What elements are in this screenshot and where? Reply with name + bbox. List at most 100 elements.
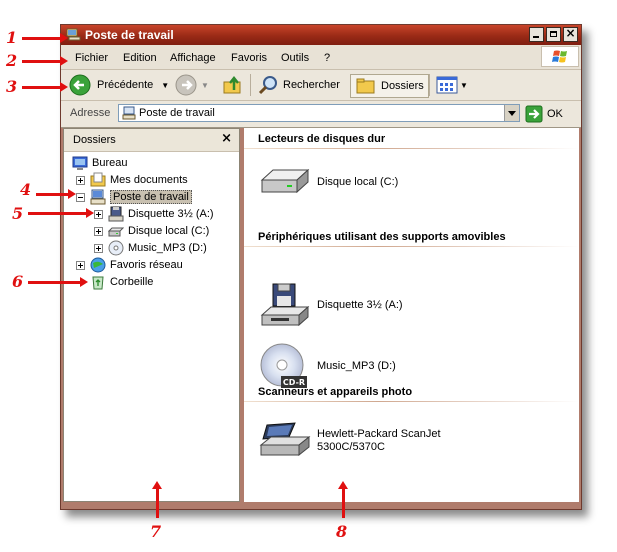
- folders-pane: Dossiers × Bureau Mes documents Poste de…: [63, 128, 240, 502]
- annotation-number: 2: [6, 51, 18, 70]
- tree-item-poste-de-travail[interactable]: Poste de travail: [90, 189, 192, 205]
- menu-edition[interactable]: Edition: [123, 52, 157, 64]
- expand-music-mp3-icon[interactable]: [94, 244, 103, 253]
- tree-label: Corbeille: [110, 276, 154, 288]
- tree-item-music-mp3[interactable]: Music_MP3 (D:): [108, 240, 207, 256]
- annotation-number: 8: [336, 522, 348, 541]
- computer-icon: [66, 28, 81, 41]
- menu-fichier[interactable]: Fichier: [75, 52, 108, 64]
- back-label: Précédente: [97, 79, 154, 91]
- computer-icon: [122, 106, 136, 120]
- annotation-number: 1: [6, 28, 18, 47]
- folders-pane-header: Dossiers ×: [64, 129, 239, 152]
- hard-drive-icon: [108, 227, 124, 237]
- item-label: Disque local (C:): [317, 175, 399, 188]
- computer-icon: [90, 189, 106, 205]
- address-bar: Adresse Poste de travail OK: [61, 101, 581, 128]
- menu-bar: Fichier Edition Affichage Favoris Outils…: [61, 45, 581, 70]
- tree-label: Disquette 3½ (A:): [128, 208, 214, 220]
- network-icon: [90, 257, 106, 273]
- scanner-icon: [259, 422, 311, 457]
- search-icon: [258, 76, 277, 95]
- go-button[interactable]: OK: [525, 104, 563, 124]
- annotation-arrow: [22, 33, 68, 43]
- collapse-poste-de-travail-icon[interactable]: [76, 193, 85, 202]
- group-header-hard-drives: Lecteurs de disques dur: [258, 133, 386, 145]
- tree-item-favoris-reseau[interactable]: Favoris réseau: [90, 257, 183, 273]
- forward-arrow-icon: [175, 74, 197, 96]
- title-bar[interactable]: Poste de travail ×: [61, 25, 581, 45]
- menu-help[interactable]: ?: [324, 52, 330, 64]
- item-label: Disquette 3½ (A:): [317, 298, 403, 311]
- tree-item-mes-documents[interactable]: Mes documents: [90, 172, 188, 188]
- explorer-window: Poste de travail × Fichier Edition Affic…: [60, 24, 582, 510]
- documents-folder-icon: [90, 172, 106, 187]
- back-button[interactable]: Précédente ▼: [69, 74, 169, 96]
- address-field[interactable]: Poste de travail: [118, 104, 520, 122]
- annotation-arrow: [22, 82, 68, 92]
- forward-button[interactable]: ▼: [175, 74, 209, 96]
- search-label: Rechercher: [283, 79, 340, 91]
- expand-favoris-reseau-icon[interactable]: [76, 261, 85, 270]
- annotation-arrow: [28, 277, 88, 287]
- menu-favoris[interactable]: Favoris: [231, 52, 267, 64]
- address-dropdown-icon[interactable]: [504, 105, 519, 121]
- tree-item-disquette[interactable]: Disquette 3½ (A:): [108, 206, 214, 222]
- expand-disquette-icon[interactable]: [94, 210, 103, 219]
- group-header-scanners: Scanneurs et appareils photo: [258, 386, 413, 398]
- item-label: Hewlett-Packard ScanJet 5300C/5370C: [317, 428, 441, 453]
- forward-dropdown-icon[interactable]: ▼: [201, 81, 209, 90]
- item-disque-local[interactable]: Disque local (C:): [259, 166, 398, 198]
- group-header-removable: Périphériques utilisant des supports amo…: [258, 231, 506, 243]
- toolbar: Précédente ▼ ▼ Rechercher Dossiers ▼: [61, 70, 581, 101]
- annotation-arrow: [28, 208, 94, 218]
- folders-pane-title: Dossiers: [73, 134, 116, 146]
- tree-item-disque-local[interactable]: Disque local (C:): [108, 223, 209, 239]
- windows-logo-icon: [541, 46, 579, 67]
- tree-label: Favoris réseau: [110, 259, 183, 271]
- tree-item-corbeille[interactable]: Corbeille: [90, 274, 153, 290]
- tree-label: Bureau: [92, 157, 128, 169]
- annotation-arrow: [152, 481, 162, 518]
- annotation-number: 5: [12, 204, 24, 223]
- hard-drive-icon: [260, 168, 310, 194]
- up-folder-icon: [223, 75, 241, 94]
- menu-affichage[interactable]: Affichage: [170, 52, 216, 64]
- folders-label: Dossiers: [381, 80, 424, 92]
- annotation-arrow: [338, 481, 348, 518]
- go-label: OK: [547, 108, 563, 120]
- address-value: Poste de travail: [139, 107, 215, 119]
- item-scanner[interactable]: Hewlett-Packard ScanJet 5300C/5370C: [259, 421, 447, 461]
- tree-label: Music_MP3 (D:): [128, 242, 207, 254]
- desktop-icon: [72, 156, 88, 170]
- up-folder-button[interactable]: [222, 74, 244, 96]
- tree-label: Poste de travail: [110, 190, 192, 204]
- views-button[interactable]: ▼: [436, 74, 468, 96]
- tree-item-bureau[interactable]: Bureau: [72, 155, 127, 171]
- folders-button[interactable]: Dossiers: [350, 74, 429, 98]
- address-label: Adresse: [70, 107, 111, 119]
- search-button[interactable]: Rechercher: [257, 74, 340, 96]
- item-music-mp3[interactable]: CD-R Music_MP3 (D:): [259, 342, 396, 390]
- back-dropdown-icon[interactable]: ▼: [161, 81, 169, 90]
- item-label: Music_MP3 (D:): [317, 359, 396, 372]
- annotation-number: 6: [12, 272, 24, 291]
- close-button[interactable]: ×: [563, 26, 578, 42]
- menu-outils[interactable]: Outils: [281, 52, 309, 64]
- go-arrow-icon: [525, 105, 543, 123]
- floppy-drive-icon: [108, 206, 124, 222]
- minimize-button[interactable]: [529, 27, 544, 42]
- tree-label: Disque local (C:): [128, 225, 210, 237]
- recycle-bin-icon: [92, 276, 104, 290]
- folders-icon: [356, 78, 375, 94]
- item-disquette[interactable]: Disquette 3½ (A:): [259, 283, 403, 327]
- content-pane: Lecteurs de disques dur Disque local (C:…: [244, 128, 579, 502]
- expand-disque-local-icon[interactable]: [94, 227, 103, 236]
- expand-mes-documents-icon[interactable]: [76, 176, 85, 185]
- annotation-number: 4: [20, 180, 32, 199]
- maximize-button[interactable]: [546, 27, 561, 42]
- close-pane-icon[interactable]: ×: [221, 131, 232, 146]
- annotation-number: 3: [6, 77, 18, 96]
- window-title: Poste de travail: [85, 28, 174, 42]
- views-dropdown-icon[interactable]: ▼: [460, 81, 468, 90]
